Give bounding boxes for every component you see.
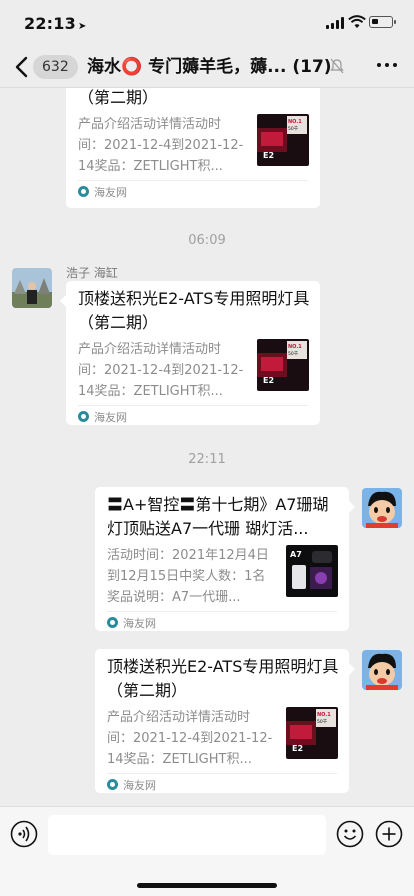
status-bar: 22:13 ➤ — [0, 0, 414, 46]
svg-text:E2: E2 — [292, 744, 303, 753]
card-title: 顶楼送积光E2-ATS专用照明灯具（第二期） — [78, 289, 310, 332]
card-source: 海友网 — [78, 184, 127, 202]
card-source-label: 海友网 — [123, 617, 156, 630]
card-thumbnail: NO.1 50千 E2 — [257, 339, 309, 391]
avatar[interactable] — [362, 650, 402, 690]
svg-text:NO.1: NO.1 — [288, 344, 302, 350]
svg-text:50千: 50千 — [317, 718, 328, 725]
svg-text:NO.1: NO.1 — [288, 119, 302, 125]
chat-title: 海水⭕ 专门薅羊毛，薅... (17) — [87, 57, 332, 77]
card-divider — [107, 611, 337, 612]
svg-text:50千: 50千 — [288, 350, 299, 357]
link-card[interactable]: 顶楼送积光E2-ATS专用照明灯具（第二期） 产品介绍活动详情活动时间：2021… — [60, 281, 320, 427]
more-icon[interactable] — [376, 54, 398, 76]
location-arrow-icon: ➤ — [77, 21, 87, 32]
source-logo-icon — [107, 779, 118, 790]
signal-icon — [326, 17, 344, 29]
wifi-icon — [348, 15, 366, 28]
battery-icon — [369, 16, 396, 28]
card-source-label: 海友网 — [123, 779, 156, 792]
svg-text:NO.1: NO.1 — [317, 712, 331, 718]
emoji-icon[interactable] — [336, 820, 364, 848]
avatar[interactable] — [12, 268, 52, 308]
source-logo-icon — [107, 617, 118, 628]
input-bar — [0, 806, 414, 896]
battery-fill — [372, 19, 378, 24]
card-thumbnail: A7 — [286, 545, 338, 597]
svg-text:E2: E2 — [263, 151, 274, 160]
card-source-label: 海友网 — [94, 411, 127, 424]
plus-icon[interactable] — [375, 820, 403, 848]
status-time-text: 22:13 — [24, 14, 76, 33]
card-description: 产品介绍活动详情活动时间：2021-12-4到2021-12-14奖品：ZETL… — [107, 710, 273, 767]
mute-icon — [330, 58, 344, 74]
card-divider — [78, 405, 308, 406]
source-logo-icon — [78, 411, 89, 422]
message-list[interactable]: 顶楼送积光E2-ATS专用照明灯具（第二期） 产品介绍活动详情活动时间：2021… — [0, 88, 414, 806]
card-source: 海友网 — [107, 777, 156, 795]
svg-text:A7: A7 — [290, 550, 302, 559]
voice-icon[interactable] — [10, 820, 38, 848]
time-divider: 22:11 — [188, 452, 226, 467]
link-card[interactable]: 顶楼送积光E2-ATS专用照明灯具（第二期） 产品介绍活动详情活动时间：2021… — [95, 649, 355, 795]
back-icon[interactable] — [14, 56, 30, 78]
card-thumbnail: NO.1 50千 E2 — [257, 114, 309, 166]
card-description: 产品介绍活动详情活动时间：2021-12-4到2021-12-14奖品：ZETL… — [78, 117, 244, 174]
card-description: 活动时间：2021年12月4日到12月15日中奖人数：1名奖品说明：A7一代珊.… — [107, 548, 269, 605]
svg-text:E2: E2 — [263, 376, 274, 385]
card-source: 海友网 — [78, 409, 127, 427]
card-title: 顶楼送积光E2-ATS专用照明灯具（第二期） — [107, 657, 339, 700]
card-thumbnail: NO.1 50千 E2 — [286, 707, 338, 759]
card-description: 产品介绍活动详情活动时间：2021-12-4到2021-12-14奖品：ZETL… — [78, 342, 244, 399]
sender-name: 浩子 海缸 — [66, 266, 118, 280]
message-input[interactable] — [48, 815, 326, 855]
card-divider — [107, 773, 337, 774]
link-card[interactable]: 顶楼送积光E2-ATS专用照明灯具（第二期） 产品介绍活动详情活动时间：2021… — [66, 88, 320, 208]
source-logo-icon — [78, 186, 89, 197]
chat-header: 632 海水⭕ 专门薅羊毛，薅... (17) — [0, 46, 414, 88]
link-card[interactable]: 〓A+智控〓第十七期》A7珊瑚灯顶贴送A7一代珊 瑚灯活... 活动时间：202… — [95, 487, 355, 633]
unread-count-badge[interactable]: 632 — [33, 55, 78, 79]
home-indicator — [137, 883, 277, 888]
card-title: 顶楼送积光E2-ATS专用照明灯具（第二期） — [78, 88, 159, 107]
time-divider: 06:09 — [188, 233, 226, 248]
card-divider — [78, 180, 308, 181]
status-time: 22:13 ➤ — [24, 14, 87, 33]
card-title: 〓A+智控〓第十七期》A7珊瑚灯顶贴送A7一代珊 瑚灯活... — [107, 495, 329, 538]
avatar[interactable] — [362, 488, 402, 528]
svg-text:50千: 50千 — [288, 125, 299, 132]
card-source: 海友网 — [107, 615, 156, 633]
card-source-label: 海友网 — [94, 186, 127, 199]
